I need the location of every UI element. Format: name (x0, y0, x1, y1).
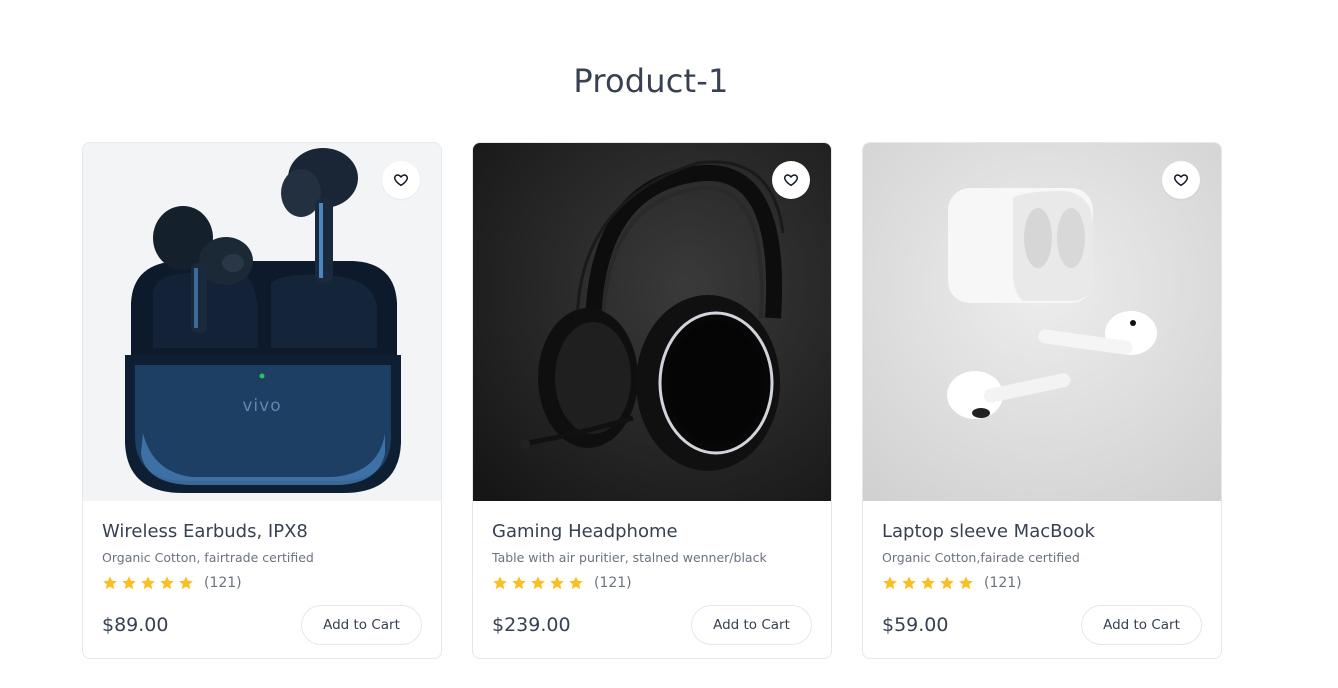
white-earbuds-image (863, 143, 1221, 501)
add-to-cart-button[interactable]: Add to Cart (691, 605, 812, 645)
product-rating: (121) (102, 574, 422, 592)
star-rating (102, 575, 194, 591)
product-card: Laptop sleeve MacBook Organic Cotton,fai… (862, 142, 1222, 659)
product-name[interactable]: Laptop sleeve MacBook (882, 521, 1202, 543)
star-icon (179, 576, 193, 590)
star-icon (493, 576, 507, 590)
star-icon (902, 576, 916, 590)
star-rating (492, 575, 584, 591)
star-icon (531, 576, 545, 590)
page-title: Product-1 (573, 62, 729, 100)
product-image[interactable]: vivo (83, 143, 441, 501)
review-count: (121) (204, 575, 242, 591)
star-icon (103, 576, 117, 590)
star-icon (921, 576, 935, 590)
product-grid: vivo Wireless Earbuds, IPX8 Organic Cott… (82, 142, 1222, 659)
product-name[interactable]: Gaming Headphome (492, 521, 812, 543)
heart-icon (1174, 174, 1188, 187)
product-price: $239.00 (492, 614, 571, 636)
review-count: (121) (984, 575, 1022, 591)
heart-icon (784, 174, 798, 187)
star-icon (512, 576, 526, 590)
star-icon (550, 576, 564, 590)
star-icon (959, 576, 973, 590)
wishlist-button[interactable] (382, 161, 420, 199)
star-icon (160, 576, 174, 590)
product-image[interactable] (473, 143, 831, 501)
earbuds-image: vivo (83, 143, 441, 501)
star-rating (882, 575, 974, 591)
product-rating: (121) (492, 574, 812, 592)
star-icon (940, 576, 954, 590)
star-icon (883, 576, 897, 590)
star-icon (569, 576, 583, 590)
star-icon (122, 576, 136, 590)
product-card: Gaming Headphome Table with air puritier… (472, 142, 832, 659)
wishlist-button[interactable] (1162, 161, 1200, 199)
product-description: Organic Cotton,fairade certified (882, 550, 1080, 565)
brand-logo: vivo (242, 396, 281, 416)
review-count: (121) (594, 575, 632, 591)
product-description: Organic Cotton, fairtrade certified (102, 550, 314, 565)
add-to-cart-button[interactable]: Add to Cart (301, 605, 422, 645)
star-icon (141, 576, 155, 590)
product-price: $89.00 (102, 614, 169, 636)
add-to-cart-button[interactable]: Add to Cart (1081, 605, 1202, 645)
product-rating: (121) (882, 574, 1202, 592)
heart-icon (394, 174, 408, 187)
headphone-image (473, 143, 831, 501)
wishlist-button[interactable] (772, 161, 810, 199)
product-price: $59.00 (882, 614, 949, 636)
product-description: Table with air puritier, stalned wenner/… (492, 550, 767, 565)
product-name[interactable]: Wireless Earbuds, IPX8 (102, 521, 422, 543)
product-card: vivo Wireless Earbuds, IPX8 Organic Cott… (82, 142, 442, 659)
product-image[interactable] (863, 143, 1221, 501)
